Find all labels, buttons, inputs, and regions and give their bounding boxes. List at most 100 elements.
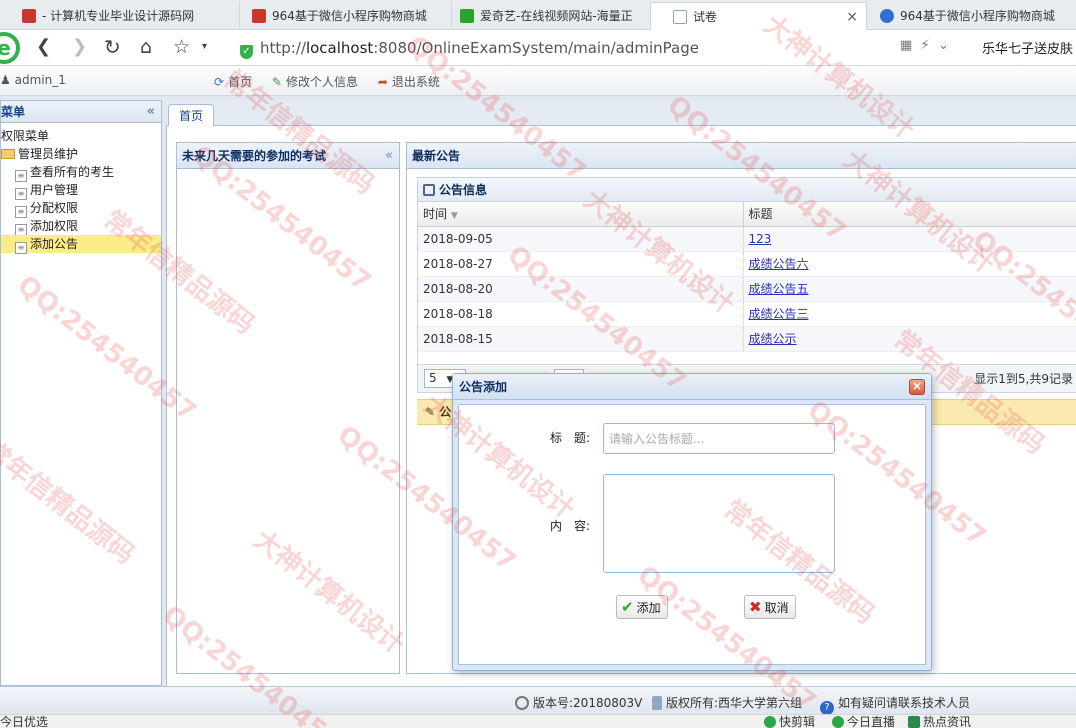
document-icon (652, 696, 662, 710)
address-bar[interactable]: ✓ http://localhost:8080/OnlineExamSystem/… (240, 36, 890, 60)
notice-table: 时间 ▼ 标题 2018-09-05 123 2018-08-27 成绩公告六 20… (418, 202, 1076, 352)
back-icon[interactable]: ❮ (36, 36, 51, 58)
current-user: ♟ admin_1 (0, 73, 66, 87)
header-home-link[interactable]: ⟳ 首页 (214, 75, 252, 89)
table-row[interactable]: 2018-08-15 成绩公示 (418, 326, 1076, 352)
notice-title-link[interactable]: 成绩公告三 (749, 307, 809, 321)
logout-link[interactable]: ➦ 退出系统 (378, 75, 440, 89)
column-header-time[interactable]: 时间 ▼ (418, 202, 744, 227)
status-item-news[interactable]: 热点资讯 (908, 715, 971, 728)
home-icon: ⟳ (214, 75, 225, 89)
pencil-icon: ✎ (271, 75, 282, 89)
header-links: ⟳ 首页 ✎ 修改个人信息 ➦ 退出系统 (214, 73, 456, 90)
browser-tab-5[interactable]: 964基于微信小程序购物商城 (858, 2, 1076, 30)
add-notice-dialog: 公告添加 × 标 题: 内 容: ✔添加 ✖取消 (452, 373, 932, 671)
browser-tab-bar: - 计算机专业毕业设计源码网 964基于微信小程序购物商城 爱奇艺-在线视频网站… (0, 0, 1076, 31)
notice-content-label: 内 容: (550, 519, 591, 533)
forward-icon[interactable]: ❯ (72, 36, 87, 58)
browser-tab-label: 试卷 (693, 10, 718, 24)
notice-title-link[interactable]: 成绩公示 (749, 332, 797, 346)
site-favicon-icon (880, 9, 894, 23)
secure-shield-icon: ✓ (240, 45, 253, 59)
sort-down-icon: ▼ (450, 211, 458, 222)
notice-content-textarea[interactable] (603, 474, 835, 573)
grid-apps-icon[interactable]: ▦ ⚡ ⌄ (900, 38, 949, 53)
promo-link[interactable]: 乐华七子送皮肤 (982, 38, 1073, 57)
tree-group[interactable]: 管理员维护 (1, 145, 161, 163)
notice-grid-title: 公告信息 (418, 178, 1076, 202)
menu-title: 菜单 « (1, 101, 161, 123)
home-icon[interactable]: ⌂ (140, 36, 152, 58)
browser-tab-label: 爱奇艺-在线视频网站-海量正 (480, 9, 633, 23)
play-icon (832, 716, 844, 728)
column-header-title[interactable]: 标题 (743, 202, 1076, 227)
url-path: :8080/OnlineExamSystem/main/adminPage (373, 39, 699, 57)
browser-tab-3[interactable]: 爱奇艺-在线视频网站-海量正 (438, 2, 660, 30)
upcoming-exams-title: 未来几天需要的参加的考试 « (177, 143, 399, 169)
dialog-body: 标 题: 内 容: ✔添加 ✖取消 (458, 404, 926, 665)
app-footer: 版本号:20180803V 版权所有:西华大学第六组 ? 如有疑问请联系技术人员 (0, 686, 1076, 715)
copyright-info: 版权所有:西华大学第六组 (652, 694, 802, 711)
close-icon[interactable]: × (909, 379, 925, 395)
status-item-live[interactable]: 今日直播 (832, 715, 895, 728)
menu-panel: 菜单 « 权限菜单 管理员维护 ≡ 查看所有的考生 ≡ 用户管理 ≡ 分配权限 ≡ 添加… (0, 100, 162, 686)
status-left[interactable]: 今日优选 (0, 715, 48, 728)
table-row[interactable]: 2018-08-18 成绩公告三 (418, 301, 1076, 327)
browser-tab-2[interactable]: 964基于微信小程序购物商城 (230, 2, 452, 30)
browser-tab-label: 964基于微信小程序购物商城 (900, 9, 1055, 23)
check-icon: ✔ (621, 598, 634, 616)
cancel-button[interactable]: ✖ 取消 (744, 595, 796, 619)
collapse-panel-icon[interactable]: « (385, 143, 393, 169)
url-prefix: http:// (260, 39, 306, 57)
tree-root[interactable]: 权限菜单 (1, 127, 161, 145)
notice-title-link[interactable]: 123 (749, 232, 772, 246)
app-header: ♟ admin_1 ⟳ 首页 ✎ 修改个人信息 ➦ 退出系统 (0, 66, 1076, 96)
menu-tree: 权限菜单 管理员维护 ≡ 查看所有的考生 ≡ 用户管理 ≡ 分配权限 ≡ 添加权限 ≡ 添… (1, 123, 161, 254)
notice-title-link[interactable]: 成绩公告五 (749, 282, 809, 296)
table-row[interactable]: 2018-08-27 成绩公告六 (418, 251, 1076, 277)
table-row[interactable]: 2018-08-20 成绩公告五 (418, 276, 1076, 302)
menu-item-add-notice[interactable]: ≡ 添加公告 (1, 235, 161, 254)
browser-tab-label: - 计算机专业毕业设计源码网 (42, 9, 195, 23)
version-info: 版本号:20180803V (515, 694, 642, 711)
cross-icon: ✖ (749, 598, 762, 616)
collapse-left-icon[interactable]: « (147, 101, 155, 123)
notice-grid: 公告信息 时间 ▼ 标题 2018-09-05 123 2018-08-27 成绩公… (417, 177, 1076, 393)
edit-profile-link[interactable]: ✎ 修改个人信息 (272, 75, 358, 89)
close-tab-icon[interactable]: × (846, 3, 858, 31)
dialog-title-bar: 公告添加 × (453, 374, 931, 400)
menu-item-add-permission[interactable]: ≡ 添加权限 (1, 217, 161, 236)
pencil-icon: ✎ (425, 405, 436, 419)
contact-info[interactable]: ? 如有疑问请联系技术人员 (820, 694, 970, 715)
browser-status-bar: 今日优选 快剪辑 今日直播 热点资讯 (0, 714, 1076, 728)
save-disk-icon (423, 184, 435, 196)
add-button[interactable]: ✔ 添加 (616, 595, 668, 619)
upcoming-exams-panel: 未来几天需要的参加的考试 « (176, 142, 400, 674)
magnifier-icon (515, 696, 529, 710)
site-favicon-icon (252, 9, 266, 23)
browser-tab-1[interactable]: - 计算机专业毕业设计源码网 (0, 2, 240, 30)
favorite-star-icon[interactable]: ☆ (173, 36, 190, 58)
notice-title-input[interactable] (603, 423, 835, 454)
reload-icon[interactable]: ↻ (104, 36, 121, 58)
menu-item-assign-permission[interactable]: ≡ 分配权限 (1, 199, 161, 218)
help-icon: ? (820, 701, 834, 715)
url-host: localhost (305, 39, 374, 57)
table-row[interactable]: 2018-09-05 123 (418, 226, 1076, 252)
chevron-down-icon[interactable]: ▾ (202, 36, 207, 58)
tab-home[interactable]: 首页 (168, 104, 215, 127)
status-item-clip[interactable]: 快剪辑 (764, 715, 815, 728)
browser-tab-4-active[interactable]: 试卷 × (650, 2, 867, 31)
notice-title-label: 标 题: (550, 431, 591, 445)
menu-item-user-management[interactable]: ≡ 用户管理 (1, 181, 161, 200)
browser-toolbar: e ❮ ❯ ↻ ⌂ ☆ ▾ ✓ http://localhost:8080/Onl… (0, 30, 1076, 66)
browser-tab-label: 964基于微信小程序购物商城 (272, 9, 427, 23)
user-icon: ♟ (0, 73, 11, 87)
site-favicon-icon (22, 9, 36, 23)
play-icon (764, 716, 776, 728)
site-favicon-icon (460, 9, 474, 23)
exit-icon: ➦ (377, 75, 388, 89)
menu-item-view-students[interactable]: ≡ 查看所有的考生 (1, 163, 161, 182)
browser-logo-icon: e (0, 32, 20, 64)
notice-title-link[interactable]: 成绩公告六 (749, 257, 809, 271)
